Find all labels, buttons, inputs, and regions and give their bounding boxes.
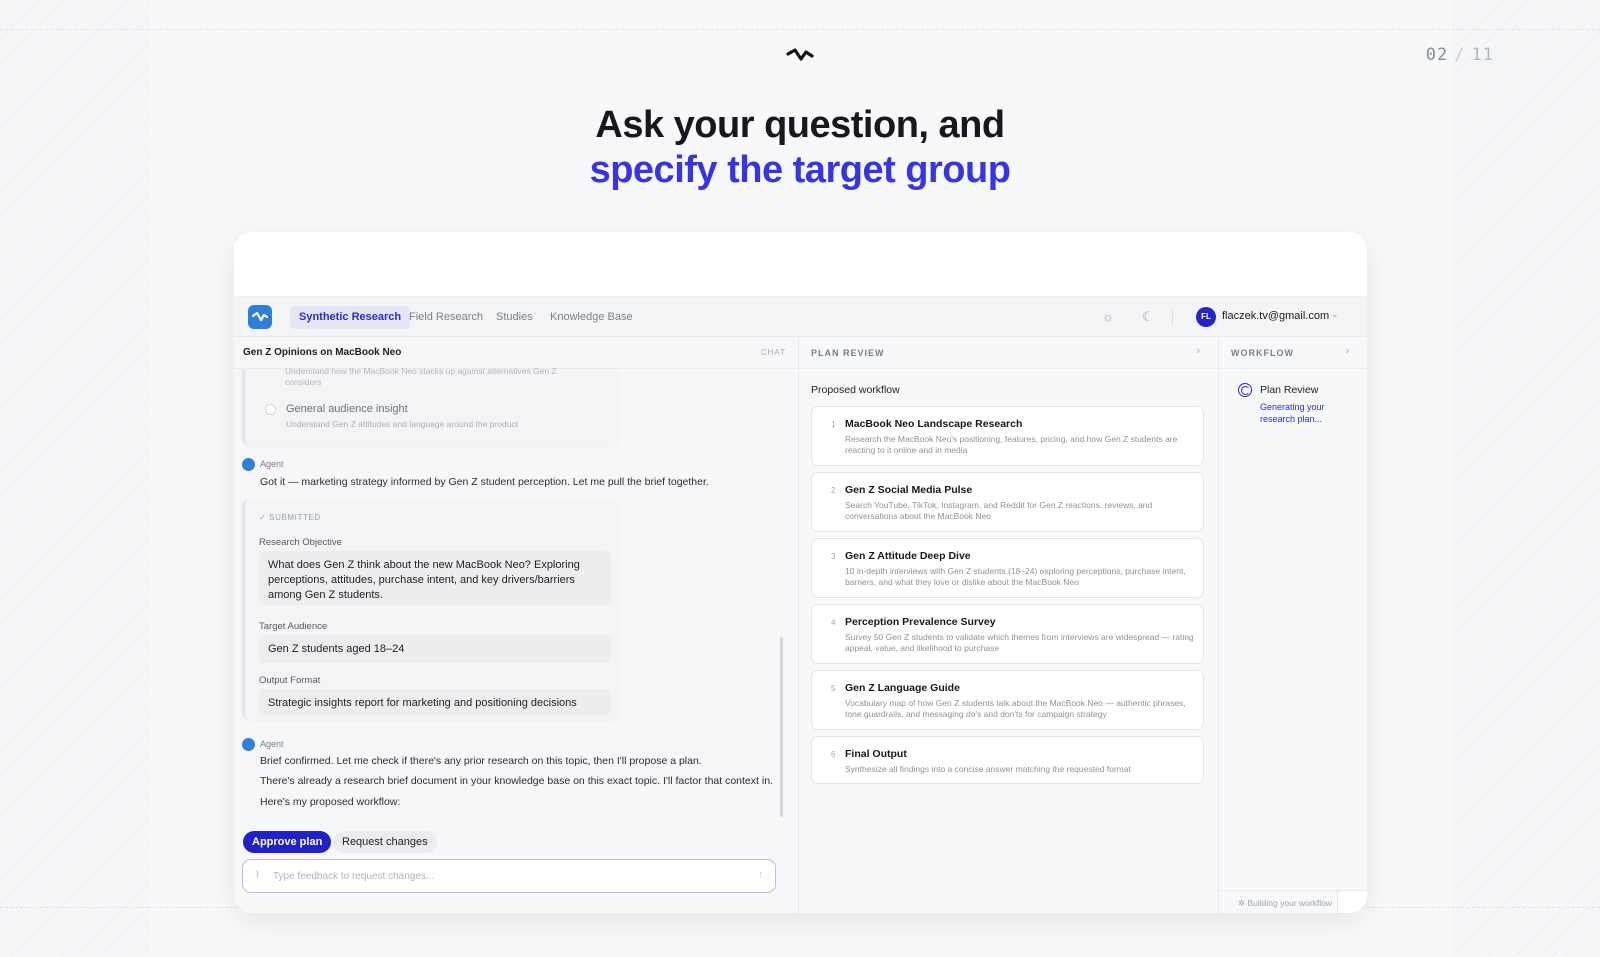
request-changes-button[interactable]: Request changes bbox=[333, 831, 437, 853]
step-desc: Vocabulary map of how Gen Z students tal… bbox=[845, 698, 1186, 719]
send-arrow-icon[interactable]: ↑ bbox=[758, 869, 763, 880]
approve-plan-button[interactable]: Approve plan bbox=[243, 831, 332, 853]
truncated-option-desc-2: considers bbox=[285, 377, 322, 387]
workflow-step[interactable]: 5 Gen Z Language Guide Vocabulary map of… bbox=[811, 670, 1204, 730]
chat-scrollbar[interactable] bbox=[780, 637, 783, 817]
app-window: Synthetic Research Field Research Studie… bbox=[234, 232, 1367, 913]
building-workflow-text: ✲ Building your workflow bbox=[1238, 898, 1338, 909]
chat-tag: CHAT bbox=[760, 348, 786, 357]
agent-message: Here's my proposed workflow: bbox=[260, 796, 401, 808]
step-number: 1 bbox=[831, 420, 836, 429]
plan-review-panel: PLAN REVIEW › Proposed workflow 1 MacBoo… bbox=[799, 337, 1219, 913]
slide-separator: / bbox=[1454, 45, 1466, 65]
agent-message: Brief confirmed. Let me check if there's… bbox=[260, 755, 702, 767]
step-title: Gen Z Attitude Deep Dive bbox=[845, 550, 971, 562]
workflow-footer: ✲ Building your workflow bbox=[1219, 890, 1367, 913]
hero-line-1: Ask your question, and bbox=[595, 104, 1005, 146]
step-desc: 10 in-depth interviews with Gen Z studen… bbox=[845, 566, 1186, 587]
step-desc: Research the MacBook Neo's positioning, … bbox=[845, 434, 1178, 455]
workflow-step[interactable]: 1 MacBook Neo Landscape Research Researc… bbox=[811, 406, 1204, 466]
option-title[interactable]: General audience insight bbox=[286, 403, 408, 415]
submitted-label: SUBMITTED bbox=[269, 513, 321, 522]
tab-field-research[interactable]: Field Research bbox=[400, 306, 492, 329]
step-title: MacBook Neo Landscape Research bbox=[845, 418, 1023, 430]
agent-avatar-icon bbox=[242, 738, 255, 751]
top-nav: Synthetic Research Field Research Studie… bbox=[234, 297, 1367, 337]
agent-label: Agent bbox=[260, 459, 284, 469]
workflow-item-title[interactable]: Plan Review bbox=[1260, 384, 1318, 396]
step-title: Gen Z Social Media Pulse bbox=[845, 484, 973, 496]
loading-spinner-icon bbox=[1238, 383, 1252, 397]
chat-panel: Gen Z Opinions on MacBook Neo CHAT Under… bbox=[234, 337, 799, 913]
options-card: Understand how the MacBook Neo stacks up… bbox=[242, 366, 619, 446]
truncated-option-desc-1: Understand how the MacBook Neo stacks up… bbox=[285, 366, 557, 376]
agent-label: Agent bbox=[260, 739, 284, 749]
workflow-step[interactable]: 6 Final Output Synthesize all findings i… bbox=[811, 736, 1204, 784]
audience-label: Target Audience bbox=[259, 621, 328, 632]
format-value: Strategic insights report for marketing … bbox=[259, 689, 611, 715]
option-desc: Understand Gen Z attitudes and language … bbox=[286, 419, 519, 429]
step-number: 5 bbox=[831, 684, 836, 693]
nav-divider bbox=[1172, 309, 1173, 325]
chat-header: Gen Z Opinions on MacBook Neo CHAT bbox=[234, 337, 798, 369]
workflow-item-status: Generating your research plan... bbox=[1260, 402, 1325, 424]
submitted-badge: ✓ SUBMITTED bbox=[259, 513, 321, 522]
chevron-down-icon[interactable]: ⌄ bbox=[1331, 309, 1339, 320]
building-workflow-label: Building your workflow bbox=[1247, 898, 1333, 908]
step-number: 2 bbox=[831, 486, 836, 495]
chevron-right-icon[interactable]: › bbox=[1196, 345, 1200, 357]
plan-header: PLAN REVIEW › bbox=[799, 337, 1218, 369]
agent-avatar-icon bbox=[242, 458, 255, 471]
step-desc: Search YouTube, TikTok, Instagram, and R… bbox=[845, 500, 1153, 521]
chat-title: Gen Z Opinions on MacBook Neo bbox=[243, 347, 402, 358]
tab-knowledge-base[interactable]: Knowledge Base bbox=[541, 306, 642, 329]
workflow-panel: WORKFLOW › Plan Review Generating your r… bbox=[1219, 337, 1367, 913]
slide-current: 02 bbox=[1425, 45, 1449, 65]
agent-message: There's already a research brief documen… bbox=[260, 775, 773, 787]
hero-line-2: specify the target group bbox=[589, 149, 1011, 191]
light-mode-icon[interactable]: ☼ bbox=[1100, 309, 1116, 325]
app: Synthetic Research Field Research Studie… bbox=[234, 296, 1367, 913]
workflow-title: WORKFLOW bbox=[1231, 348, 1294, 358]
corner-panel bbox=[1337, 890, 1367, 913]
step-title: Perception Prevalence Survey bbox=[845, 616, 996, 628]
proposed-workflow-label: Proposed workflow bbox=[811, 384, 900, 396]
tab-studies[interactable]: Studies bbox=[487, 306, 542, 329]
dark-mode-icon[interactable]: ☾ bbox=[1140, 309, 1156, 325]
objective-label: Research Objective bbox=[259, 537, 342, 548]
chevron-right-icon[interactable]: › bbox=[1345, 345, 1349, 357]
step-desc: Synthesize all findings into a concise a… bbox=[845, 764, 1131, 774]
workflow-step[interactable]: 3 Gen Z Attitude Deep Dive 10 in-depth i… bbox=[811, 538, 1204, 598]
step-title: Final Output bbox=[845, 748, 907, 760]
step-number: 4 bbox=[831, 618, 836, 627]
brand-logo-icon bbox=[786, 48, 814, 61]
workflow-step[interactable]: 2 Gen Z Social Media Pulse Search YouTub… bbox=[811, 472, 1204, 532]
avatar[interactable]: FL bbox=[1196, 307, 1216, 327]
audience-value: Gen Z students aged 18–24 bbox=[259, 635, 611, 663]
brief-card: ✓ SUBMITTED Research Objective What does… bbox=[242, 499, 619, 720]
top-guide-line bbox=[0, 29, 1600, 30]
feedback-placeholder: Type feedback to request changes... bbox=[273, 871, 435, 882]
plan-review-title: PLAN REVIEW bbox=[811, 348, 885, 358]
app-logo-icon[interactable] bbox=[248, 305, 272, 329]
step-number: 3 bbox=[831, 552, 836, 561]
feedback-input[interactable]: ⌇ Type feedback to request changes... ↑ bbox=[242, 859, 776, 893]
user-email[interactable]: flaczek.tv@gmail.com bbox=[1222, 310, 1329, 322]
step-number: 6 bbox=[831, 750, 836, 759]
workflow-header: WORKFLOW › bbox=[1219, 337, 1367, 369]
hero-heading: Ask your question, and specify the targe… bbox=[0, 103, 1600, 193]
option-radio[interactable] bbox=[265, 404, 276, 415]
objective-value: What does Gen Z think about the new MacB… bbox=[259, 551, 611, 605]
slide-counter: 02/11 bbox=[1426, 45, 1494, 65]
format-label: Output Format bbox=[259, 675, 321, 686]
tab-synthetic-research[interactable]: Synthetic Research bbox=[290, 306, 411, 329]
step-title: Gen Z Language Guide bbox=[845, 682, 960, 694]
step-desc: Survey 50 Gen Z students to validate whi… bbox=[845, 632, 1194, 653]
slide-total: 11 bbox=[1471, 45, 1494, 65]
agent-message: Got it — marketing strategy informed by … bbox=[260, 476, 709, 488]
workflow-step[interactable]: 4 Perception Prevalence Survey Survey 50… bbox=[811, 604, 1204, 664]
paperclip-icon[interactable]: ⌇ bbox=[255, 870, 260, 881]
